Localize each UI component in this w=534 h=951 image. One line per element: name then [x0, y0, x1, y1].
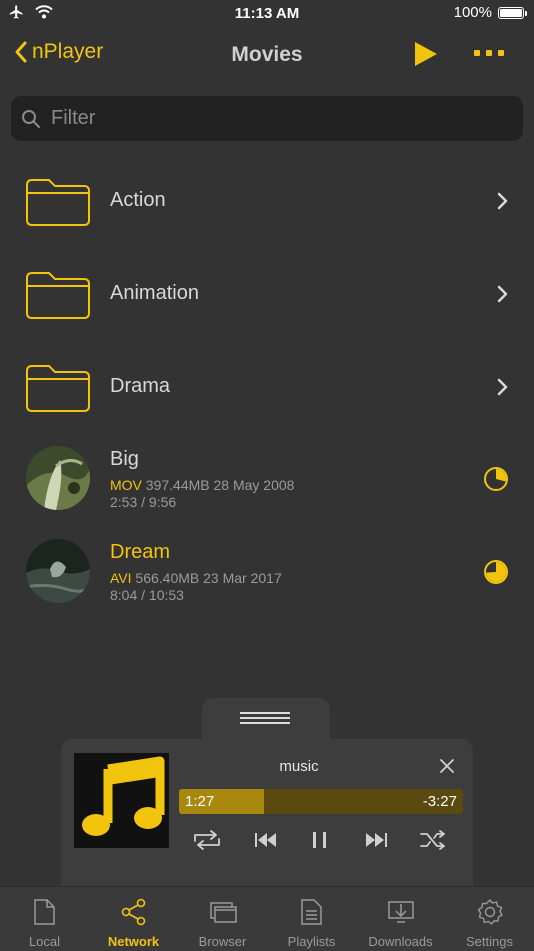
play-icon — [415, 42, 437, 66]
tab-network[interactable]: Network — [89, 887, 178, 951]
chevron-right-icon — [497, 192, 508, 210]
video-size-date: 566.40MB 23 Mar 2017 — [135, 570, 282, 586]
tab-label: Settings — [466, 934, 513, 949]
video-title: Big — [110, 448, 139, 470]
filter-bar — [11, 96, 523, 141]
play-all-button[interactable] — [413, 40, 439, 73]
album-art — [74, 753, 169, 848]
folder-row-action[interactable]: Action — [0, 153, 534, 246]
previous-track-icon[interactable] — [253, 829, 279, 851]
video-title: Dream — [110, 541, 171, 563]
tab-label: Local — [28, 934, 61, 949]
page-title: Movies — [231, 43, 303, 66]
video-format: MOV — [110, 477, 142, 493]
chevron-right-icon — [497, 378, 508, 396]
elapsed-time: 1:27 — [185, 793, 215, 810]
video-position: 2:53 / 9:56 — [110, 494, 177, 510]
download-tray-icon — [388, 901, 414, 923]
browser-windows-icon — [210, 902, 237, 923]
battery-icon — [498, 6, 527, 19]
folder-row-drama[interactable]: Drama — [0, 339, 534, 432]
folder-label: Action — [110, 189, 166, 211]
tab-playlists[interactable]: Playlists — [267, 887, 356, 951]
share-icon — [121, 898, 146, 926]
video-position: 8:04 / 10:53 — [110, 587, 184, 603]
folder-icon — [26, 179, 90, 226]
tab-local[interactable]: Local — [0, 887, 89, 951]
status-bar: 11:13 AM 100% — [0, 0, 534, 28]
remaining-time: -3:27 — [422, 793, 457, 810]
video-size-date: 397.44MB 28 May 2008 — [145, 477, 295, 493]
player-progress-bar[interactable]: 1:27 -3:27 — [179, 789, 463, 814]
video-thumbnail — [26, 539, 90, 603]
tab-settings[interactable]: Settings — [445, 887, 534, 951]
video-thumbnail — [26, 446, 90, 510]
gear-icon — [477, 899, 503, 925]
tab-label: Playlists — [287, 934, 336, 949]
folder-icon — [26, 272, 90, 319]
tab-label: Browser — [198, 934, 247, 949]
tab-browser[interactable]: Browser — [178, 887, 267, 951]
document-icon — [34, 899, 55, 925]
navigation-bar: nPlayer Movies — [0, 28, 534, 82]
folder-label: Animation — [110, 282, 199, 304]
tab-label: Downloads — [368, 934, 433, 949]
chevron-right-icon — [497, 285, 508, 303]
mini-player: music 1:27 -3:27 — [61, 739, 473, 889]
tab-bar: Local Network Browser Playlists Download… — [0, 886, 534, 951]
folder-label: Drama — [110, 375, 171, 397]
video-meta: MOV 397.44MB 28 May 2008 2:53 / 9:56 — [110, 477, 294, 511]
tab-label: Network — [107, 934, 160, 949]
list-document-icon — [301, 899, 322, 925]
watch-progress-icon — [484, 560, 508, 584]
next-track-icon[interactable] — [363, 829, 389, 851]
player-track-title: music — [279, 758, 319, 775]
tab-downloads[interactable]: Downloads — [356, 887, 445, 951]
more-dots-icon — [474, 50, 480, 56]
battery-percent: 100% — [453, 4, 492, 21]
close-icon[interactable] — [439, 758, 455, 774]
folder-row-animation[interactable]: Animation — [0, 246, 534, 339]
search-icon — [22, 109, 40, 128]
watch-progress-icon — [484, 467, 508, 491]
video-row-dream[interactable]: Dream AVI 566.40MB 23 Mar 2017 8:04 / 10… — [0, 525, 534, 618]
filter-input[interactable] — [49, 106, 493, 131]
video-row-big[interactable]: Big MOV 397.44MB 28 May 2008 2:53 / 9:56 — [0, 432, 534, 525]
folder-icon — [26, 365, 90, 412]
repeat-icon[interactable] — [191, 829, 223, 851]
pause-icon[interactable] — [309, 829, 331, 851]
shuffle-icon[interactable] — [419, 829, 447, 851]
video-format: AVI — [110, 570, 132, 586]
video-meta: AVI 566.40MB 23 Mar 2017 8:04 / 10:53 — [110, 570, 282, 604]
more-options-button[interactable] — [474, 50, 504, 56]
music-note-icon — [82, 756, 165, 836]
